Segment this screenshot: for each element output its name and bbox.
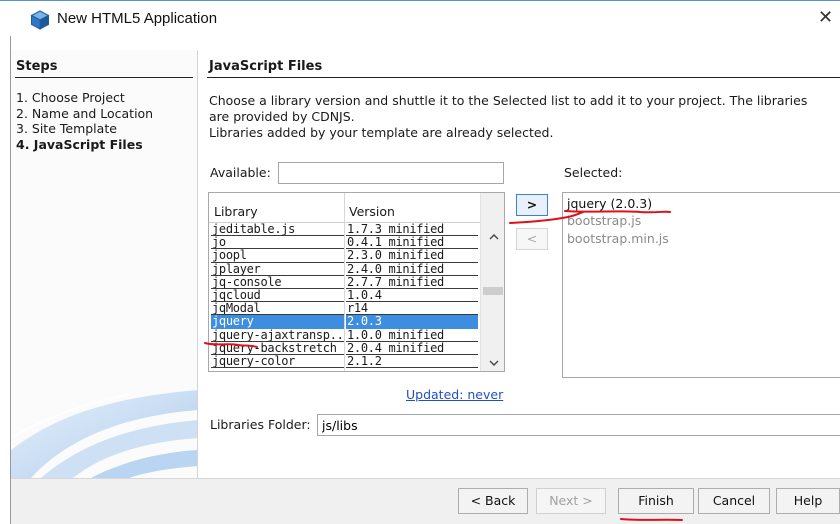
help-button[interactable]: Help — [776, 488, 840, 514]
cell-library: jquery — [211, 315, 344, 329]
table-row[interactable]: jquery-color 2.1.2 — [209, 355, 480, 369]
steps-panel: Steps 1. Choose Project 2. Name and Loca… — [11, 50, 198, 478]
table-body: jeditable.js 1.7.3 minified jo 0.4.1 minif… — [209, 223, 480, 369]
cell-library: jqcloud — [211, 289, 344, 303]
table-row[interactable]: jplayer 2.4.0 minified — [209, 263, 480, 276]
cell-version: 2.4.0 minified — [346, 263, 478, 276]
libraries-folder-input[interactable] — [317, 414, 840, 436]
step-choose-project: 1. Choose Project — [16, 90, 125, 105]
column-header-library[interactable]: Library — [214, 204, 258, 219]
cell-library: joopl — [211, 249, 344, 263]
scroll-up-arrow-icon[interactable] — [488, 231, 500, 243]
cell-library: jquery-ajaxtransp... — [211, 328, 344, 342]
table-row[interactable]: jo 0.4.1 minified — [209, 236, 480, 250]
netbeans-cube-icon — [30, 10, 50, 30]
available-label: Available: — [210, 165, 271, 180]
cell-library: jquery-backstretch — [211, 342, 344, 355]
table-row[interactable]: jqcloud 1.0.4 — [209, 289, 480, 303]
selected-libraries-list[interactable]: jquery (2.0.3) bootstrap.js bootstrap.mi… — [562, 192, 840, 378]
title-bar: New HTML5 Application ✕ — [0, 0, 840, 36]
list-item-selected[interactable]: jquery (2.0.3) — [567, 196, 652, 211]
content-divider — [207, 77, 840, 78]
scroll-down-arrow-icon[interactable] — [488, 357, 500, 369]
table-row-selected[interactable]: jquery 2.0.3 — [209, 315, 480, 329]
cell-library: jo — [211, 236, 344, 250]
available-filter-input[interactable] — [278, 162, 504, 184]
cell-library: jq-console — [211, 276, 344, 289]
table-row[interactable]: jquery-backstretch 2.0.4 minified — [209, 342, 480, 355]
table-row[interactable]: jqModal r14 — [209, 302, 480, 316]
window-title: New HTML5 Application — [57, 10, 218, 27]
scroll-thumb[interactable] — [483, 287, 503, 295]
steps-heading: Steps — [16, 59, 58, 74]
description-line: are provided by CDNJS. — [209, 109, 355, 124]
finish-button[interactable]: Finish — [618, 488, 694, 514]
libraries-folder-label: Libraries Folder: — [210, 417, 311, 432]
add-to-selected-button[interactable]: > — [516, 194, 548, 216]
updated-link[interactable]: Updated: never — [406, 387, 503, 402]
table-row[interactable]: jeditable.js 1.7.3 minified — [209, 223, 480, 237]
cell-version: 2.0.4 minified — [346, 342, 478, 355]
steps-divider — [15, 77, 193, 78]
cell-library: jqModal — [211, 302, 344, 316]
back-button[interactable]: < Back — [458, 488, 528, 514]
remove-from-selected-button[interactable]: < — [516, 228, 548, 250]
list-item-template[interactable]: bootstrap.min.js — [567, 231, 669, 246]
table-row[interactable]: joopl 2.3.0 minified — [209, 249, 480, 263]
cancel-button[interactable]: Cancel — [698, 488, 770, 514]
cell-library: jeditable.js — [211, 223, 344, 237]
table-row[interactable]: jquery-ajaxtransp... 1.0.0 minified — [209, 329, 480, 342]
cell-version: 1.7.3 minified — [346, 223, 478, 237]
cell-version: r14 — [346, 302, 478, 316]
table-scrollbar[interactable] — [480, 193, 504, 371]
description-line: Libraries added by your template are alr… — [209, 125, 554, 140]
cell-version: 2.0.3 — [346, 315, 478, 329]
page-description: Choose a library version and shuttle it … — [209, 93, 834, 141]
step-javascript-files: 4. JavaScript Files — [16, 136, 143, 152]
decorative-swoosh-graphic — [11, 390, 197, 478]
cell-version: 2.1.2 — [346, 355, 478, 369]
selected-label: Selected: — [564, 165, 623, 180]
cell-library: jplayer — [211, 263, 344, 276]
step-name-and-location: 2. Name and Location — [16, 105, 154, 121]
cell-version: 0.4.1 minified — [346, 236, 478, 250]
column-header-version[interactable]: Version — [349, 204, 395, 219]
available-libraries-table[interactable]: Library Version jeditable.js 1.7.3 minifi… — [208, 192, 505, 372]
cell-version: 2.7.7 minified — [346, 276, 478, 289]
page-title: JavaScript Files — [209, 59, 323, 74]
close-icon[interactable]: ✕ — [818, 7, 840, 29]
cell-version: 2.3.0 minified — [346, 249, 478, 263]
cell-version: 1.0.0 minified — [346, 329, 478, 342]
cell-version: 1.0.4 — [346, 289, 478, 303]
list-item-template[interactable]: bootstrap.js — [567, 213, 641, 228]
description-line: Choose a library version and shuttle it … — [209, 93, 808, 108]
step-site-template: 3. Site Template — [16, 121, 117, 136]
steps-list: 1. Choose Project 2. Name and Location 3… — [16, 90, 153, 152]
table-row[interactable]: jq-console 2.7.7 minified — [209, 276, 480, 289]
next-button[interactable]: Next > — [536, 488, 606, 514]
cell-library: jquery-color — [211, 355, 344, 369]
